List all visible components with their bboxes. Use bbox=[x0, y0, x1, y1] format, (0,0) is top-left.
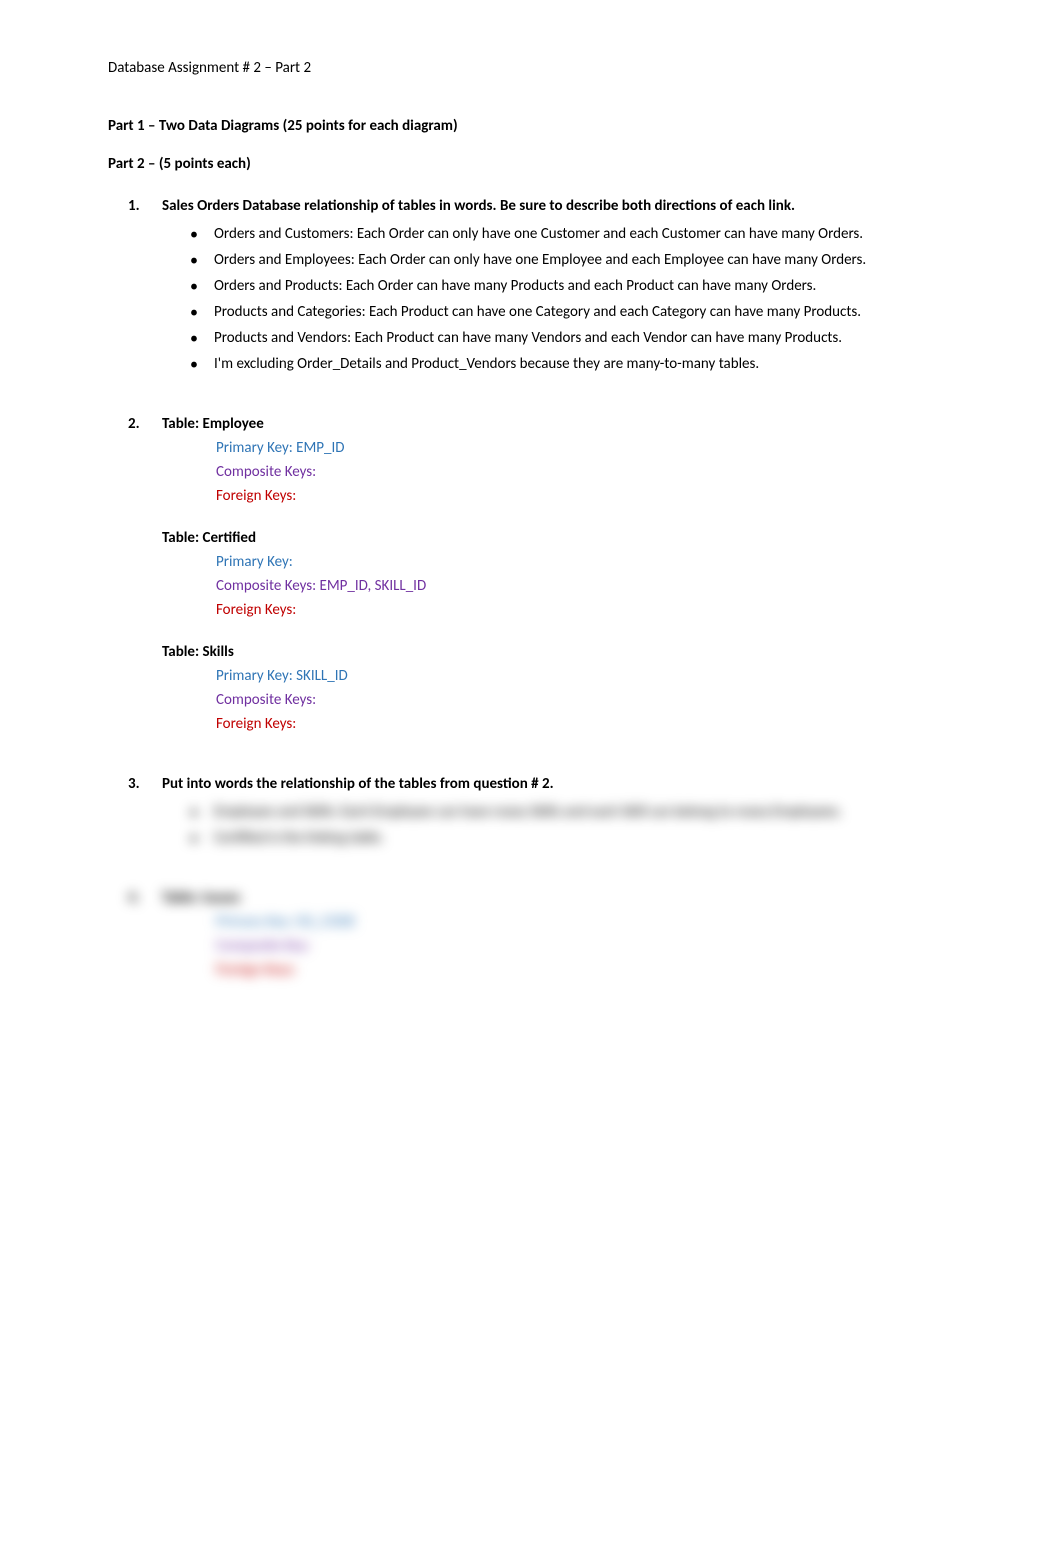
q3-title: Put into words the relationship of the t… bbox=[162, 775, 554, 793]
q2-table-certified: Table: Certified Primary Key: Composite … bbox=[162, 526, 954, 622]
part2-heading: Part 2 – (5 points each) bbox=[108, 152, 954, 176]
q3-bullet: Certified is the linking table. bbox=[190, 826, 954, 850]
q2-table-employee: Table: Employee Primary Key: EMP_ID Comp… bbox=[162, 412, 954, 508]
foreign-key: Foreign Keys: bbox=[216, 958, 954, 982]
q1-bullet: Orders and Products: Each Order can have… bbox=[190, 274, 954, 298]
q4-number: 4. bbox=[128, 886, 140, 910]
table-title: Table: Certified bbox=[162, 526, 954, 550]
q2-table-skills: Table: Skills Primary Key: SKILL_ID Comp… bbox=[162, 640, 954, 736]
q2-number: 2. bbox=[128, 412, 140, 436]
question-2: 2. Table: Employee Primary Key: EMP_ID C… bbox=[162, 412, 954, 736]
primary-key: Primary Key: bbox=[216, 550, 954, 574]
part1-heading: Part 1 – Two Data Diagrams (25 points fo… bbox=[108, 114, 954, 138]
table-title: Table: Issues bbox=[162, 886, 954, 910]
primary-key: Primary Key: EMP_ID bbox=[216, 436, 954, 460]
composite-key: Composite Keys: bbox=[216, 688, 954, 712]
q1-bullet: Products and Vendors: Each Product can h… bbox=[190, 326, 954, 350]
composite-key: Composite Keys: EMP_ID, SKILL_ID bbox=[216, 574, 954, 598]
q1-bullet: Products and Categories: Each Product ca… bbox=[190, 300, 954, 324]
q1-bullet: Orders and Employees: Each Order can onl… bbox=[190, 248, 954, 272]
page-header: Database Assignment # 2 – Part 2 bbox=[108, 56, 954, 80]
q1-number: 1. bbox=[128, 194, 140, 218]
primary-key: Primary Key: ISS_CODE bbox=[216, 910, 954, 934]
question-4-blurred: 4. Table: Issues Primary Key: ISS_CODE C… bbox=[162, 886, 954, 982]
q3-bullet: Employee and Skills: Each Employee can h… bbox=[190, 800, 954, 824]
q1-bullet: I'm excluding Order_Details and Product_… bbox=[190, 352, 954, 376]
foreign-key: Foreign Keys: bbox=[216, 484, 954, 508]
table-title: Table: Employee bbox=[162, 412, 954, 436]
questions-list: 1. Sales Orders Database relationship of… bbox=[162, 194, 954, 982]
q1-bullet: Orders and Customers: Each Order can onl… bbox=[190, 222, 954, 246]
table-title: Table: Skills bbox=[162, 640, 954, 664]
question-3: 3. Put into words the relationship of th… bbox=[162, 772, 954, 850]
q3-bullets-blurred: Employee and Skills: Each Employee can h… bbox=[190, 800, 954, 850]
q4-table: Table: Issues Primary Key: ISS_CODE Comp… bbox=[162, 886, 954, 982]
q1-title: Sales Orders Database relationship of ta… bbox=[162, 197, 795, 215]
foreign-key: Foreign Keys: bbox=[216, 598, 954, 622]
q1-bullets: Orders and Customers: Each Order can onl… bbox=[190, 222, 954, 376]
foreign-key: Foreign Keys: bbox=[216, 712, 954, 736]
composite-key: Composite Keys: bbox=[216, 460, 954, 484]
composite-key: Composite Key: bbox=[216, 934, 954, 958]
q3-number: 3. bbox=[128, 772, 140, 796]
question-1: 1. Sales Orders Database relationship of… bbox=[162, 194, 954, 376]
primary-key: Primary Key: SKILL_ID bbox=[216, 664, 954, 688]
